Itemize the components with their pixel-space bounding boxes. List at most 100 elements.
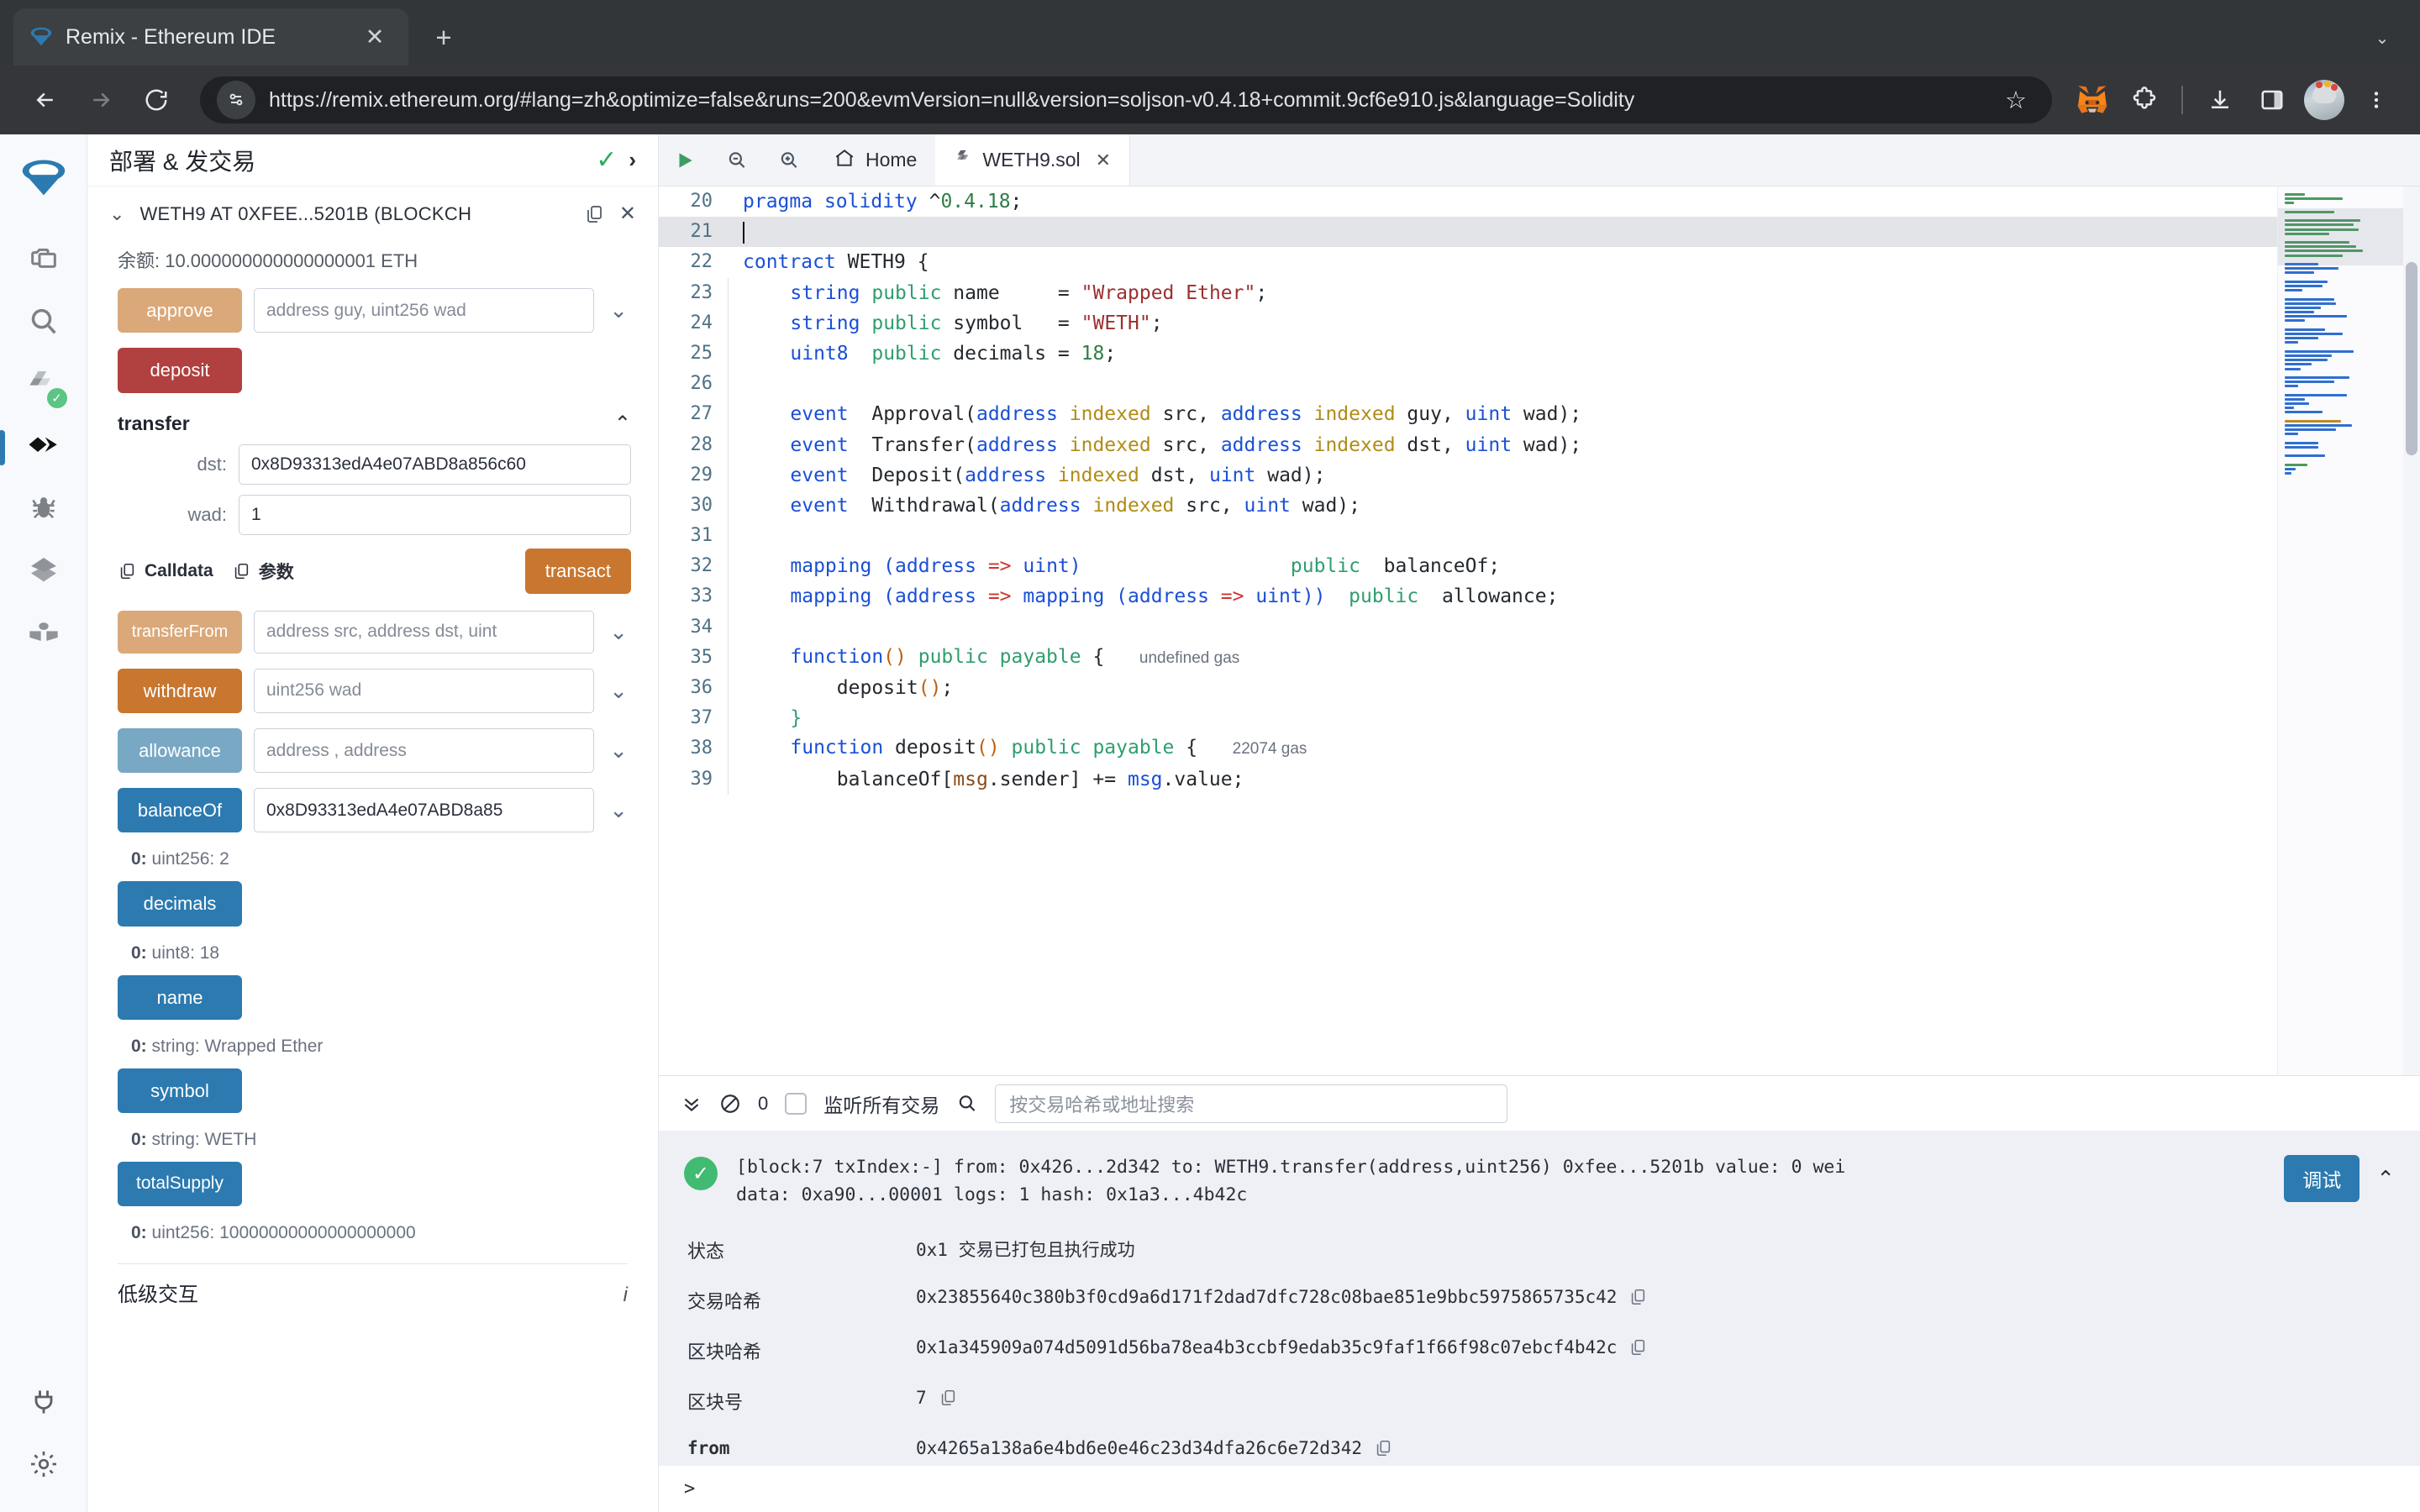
debug-button[interactable]: 调试: [2284, 1155, 2360, 1202]
sidebar-item-deploy-run[interactable]: [0, 417, 74, 479]
chevron-down-icon[interactable]: ⌄: [606, 288, 631, 333]
withdraw-button[interactable]: withdraw: [118, 668, 242, 713]
remix-logo-icon[interactable]: [18, 153, 70, 205]
chevron-down-icon[interactable]: ⌄: [606, 788, 631, 832]
chevron-down-icon[interactable]: ⌄: [606, 669, 631, 713]
terminal-search-input[interactable]: 按交易哈希或地址搜索: [995, 1084, 1508, 1123]
tab-weth9-label: WETH9.sol: [982, 149, 1081, 171]
bookmark-star-icon[interactable]: ☆: [1996, 81, 2035, 119]
contract-instance-header[interactable]: ⌄ WETH9 AT 0XFEE...5201B (BLOCKCH ✕: [87, 186, 658, 234]
sidebar-item-solidity-compiler[interactable]: ✓: [13, 354, 74, 417]
chevron-right-icon[interactable]: ›: [629, 147, 636, 173]
transferFrom-button[interactable]: transferFrom: [118, 610, 242, 654]
editor-scrollbar[interactable]: [2403, 186, 2420, 1075]
name-button[interactable]: name: [118, 974, 242, 1021]
sidebar-item-file-explorer[interactable]: [13, 230, 74, 292]
reload-button[interactable]: [131, 75, 182, 125]
new-tab-button[interactable]: +: [425, 19, 462, 56]
info-icon[interactable]: i: [623, 1284, 628, 1307]
check-badge-icon: ✓: [46, 387, 67, 408]
terminal-prompt[interactable]: >: [659, 1465, 2420, 1512]
approve-button[interactable]: approve: [118, 288, 242, 333]
code-line: 25 uint8 public decimals = 18;: [659, 338, 2277, 370]
terminal-content[interactable]: ✓ [block:7 txIndex:-] from: 0x426...2d34…: [659, 1131, 2420, 1465]
minimap-viewport-slider[interactable]: [2278, 208, 2403, 265]
site-settings-icon[interactable]: [217, 81, 255, 119]
chevron-down-icon[interactable]: ⌄: [606, 611, 631, 654]
chevron-up-icon[interactable]: ⌃: [2376, 1166, 2395, 1192]
sidebar-item-settings[interactable]: [13, 1435, 74, 1497]
code-line: 26: [659, 369, 2277, 400]
line-number: 33: [690, 585, 713, 607]
chevron-down-icon[interactable]: ⌄: [109, 203, 124, 225]
sidebar-item-unit-testing[interactable]: [13, 541, 74, 603]
scrollbar-thumb[interactable]: [2406, 262, 2417, 455]
back-button[interactable]: [20, 75, 71, 125]
sidebar-item-search[interactable]: [13, 292, 74, 354]
zoom-out-icon[interactable]: [711, 134, 763, 186]
transact-button[interactable]: transact: [524, 548, 631, 594]
downloads-icon[interactable]: [2196, 76, 2244, 123]
dst-label: dst:: [197, 453, 227, 475]
extensions-puzzle-icon[interactable]: [2121, 76, 2168, 123]
copy-params-button[interactable]: 参数: [232, 559, 294, 584]
listen-all-checkbox[interactable]: [785, 1092, 808, 1115]
result-index: 0:: [131, 849, 147, 869]
decimals-button[interactable]: decimals: [118, 881, 242, 927]
symbol-button[interactable]: symbol: [118, 1068, 242, 1114]
close-icon[interactable]: ✕: [1096, 150, 1111, 171]
solidity-icon: ✓: [27, 367, 67, 408]
wad-input[interactable]: 1: [239, 494, 631, 535]
tx-summary-line1: [block:7 txIndex:-] from: 0x426...2d342 …: [736, 1157, 1846, 1178]
balanceOf-button[interactable]: balanceOf: [118, 788, 242, 833]
close-icon[interactable]: ✕: [619, 202, 636, 226]
editor-minimap[interactable]: [2277, 186, 2403, 1075]
allowance-button[interactable]: allowance: [118, 727, 242, 774]
chevrons-down-icon[interactable]: [681, 1093, 702, 1115]
tab-weth9-sol[interactable]: WETH9.sol ✕: [935, 134, 1131, 186]
browser-tab[interactable]: Remix - Ethereum IDE ✕: [13, 8, 408, 66]
chevron-down-icon[interactable]: ⌄: [2361, 17, 2403, 59]
panel-header: 部署 & 发交易 ✓ ›: [87, 134, 658, 186]
allowance-input[interactable]: address , address: [254, 727, 595, 774]
remix-logo-icon: [29, 24, 54, 50]
search-icon[interactable]: [956, 1093, 978, 1115]
copy-icon[interactable]: [584, 203, 604, 225]
copy-calldata-button[interactable]: Calldata: [118, 561, 213, 581]
metamask-fox-icon[interactable]: [2069, 76, 2116, 123]
url-text: https://remix.ethereum.org/#lang=zh&opti…: [269, 87, 1635, 112]
browser-menu-icon[interactable]: [2353, 76, 2400, 123]
code-line: 31: [659, 521, 2277, 552]
copy-icon[interactable]: [1374, 1438, 1392, 1458]
forward-button[interactable]: [76, 75, 126, 125]
transferFrom-input[interactable]: address src, address dst, uint: [254, 610, 595, 654]
copy-icon[interactable]: [1628, 1337, 1647, 1357]
balanceOf-input[interactable]: 0x8D93313edA4e07ABD8a85: [254, 788, 595, 833]
transaction-summary-row[interactable]: ✓ [block:7 txIndex:-] from: 0x426...2d34…: [659, 1131, 2420, 1225]
run-button[interactable]: [659, 134, 711, 186]
approve-input[interactable]: address guy, uint256 wad: [254, 288, 595, 333]
detail-value: 0x4265a138a6e4bd6e0e46c23d34dfa26c6e72d3…: [916, 1438, 2395, 1458]
deposit-button[interactable]: deposit: [118, 348, 242, 393]
sidebar-item-documentation[interactable]: [13, 603, 74, 665]
code-view[interactable]: 20 pragma solidity ^0.4.18; 21 22 contract…: [659, 186, 2277, 1075]
terminal-panel: 0 监听所有交易 按交易哈希或地址搜索 ✓ [block:7 txIndex:-…: [659, 1075, 2420, 1512]
withdraw-input[interactable]: uint256 wad: [254, 668, 595, 713]
chevron-up-icon[interactable]: ⌃: [614, 412, 631, 436]
copy-icon[interactable]: [1628, 1287, 1647, 1307]
zoom-in-icon[interactable]: [763, 134, 815, 186]
tab-home[interactable]: Home: [815, 134, 935, 186]
clear-console-icon[interactable]: [719, 1093, 741, 1115]
sidebar-item-plugin-manager[interactable]: [13, 1373, 74, 1435]
profile-avatar[interactable]: [2301, 76, 2348, 123]
address-bar[interactable]: https://remix.ethereum.org/#lang=zh&opti…: [200, 76, 2052, 123]
copy-icon[interactable]: [939, 1388, 957, 1408]
line-number: 26: [690, 373, 713, 395]
sidebar-item-debugger[interactable]: [13, 479, 74, 541]
chevron-down-icon[interactable]: ⌄: [606, 728, 631, 773]
close-icon[interactable]: ✕: [356, 18, 393, 55]
detail-key: 交易哈希: [687, 1290, 762, 1312]
side-panel-icon[interactable]: [2249, 76, 2296, 123]
dst-input[interactable]: 0x8D93313edA4e07ABD8a856c60: [239, 444, 631, 485]
totalSupply-button[interactable]: totalSupply: [118, 1162, 242, 1206]
